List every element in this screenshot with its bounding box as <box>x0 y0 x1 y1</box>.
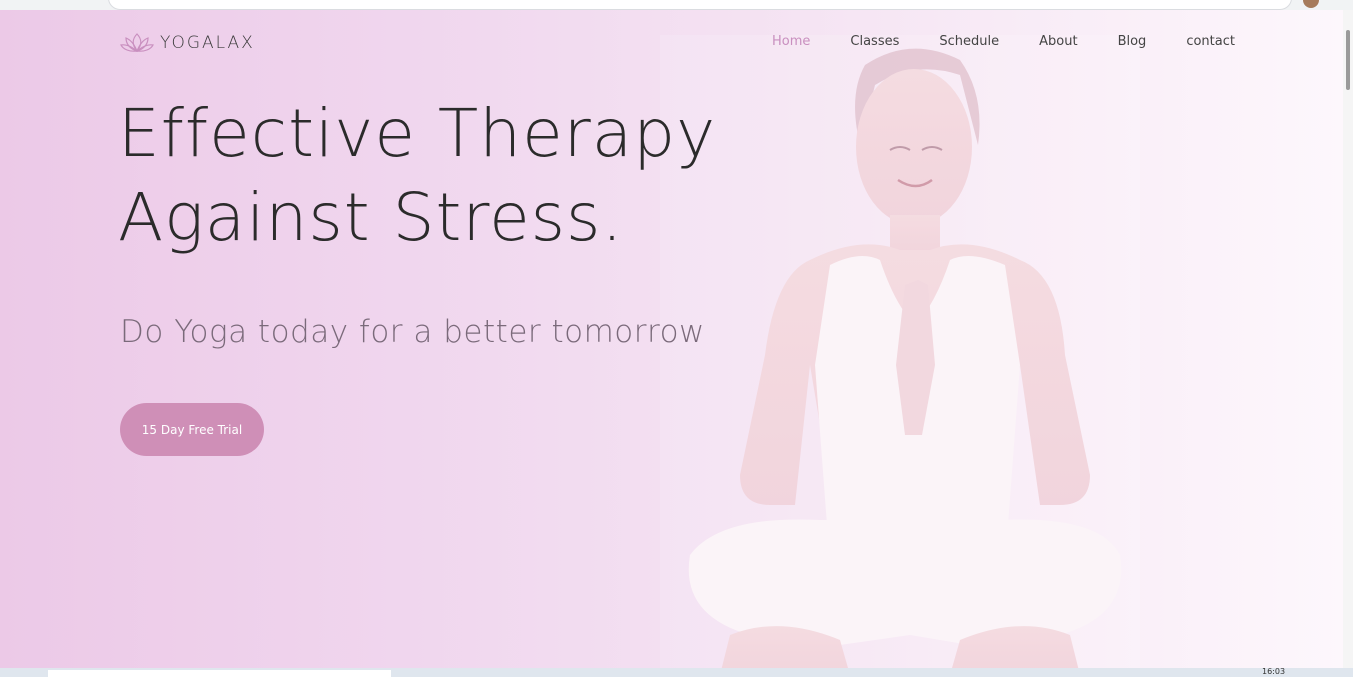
nav-home[interactable]: Home <box>772 34 810 49</box>
address-bar[interactable] <box>108 0 1292 10</box>
taskbar-clock: 16:03 <box>1262 667 1286 676</box>
nav-classes[interactable]: Classes <box>850 34 899 49</box>
browser-chrome <box>0 0 1353 10</box>
scrollbar-thumb[interactable] <box>1346 30 1350 90</box>
main-nav: Home Classes Schedule About Blog contact <box>772 34 1235 49</box>
yoga-woman-image <box>660 35 1140 668</box>
nav-blog[interactable]: Blog <box>1118 34 1147 49</box>
page-scrollbar[interactable] <box>1343 10 1353 668</box>
nav-schedule[interactable]: Schedule <box>939 34 999 49</box>
headline-line-1: Effective Therapy <box>118 95 717 172</box>
free-trial-button[interactable]: 15 Day Free Trial <box>120 403 264 456</box>
os-taskbar: 16:03 <box>0 667 1353 679</box>
brand-name: YOGALAX <box>160 33 255 53</box>
nav-contact[interactable]: contact <box>1186 34 1235 49</box>
brand-logo[interactable]: YOGALAX <box>120 30 255 56</box>
profile-avatar[interactable] <box>1303 0 1319 8</box>
hero-section: YOGALAX Home Classes Schedule About Blog… <box>0 10 1343 668</box>
lotus-icon <box>120 33 154 52</box>
headline-line-2: Against Stress. <box>118 179 624 256</box>
nav-about[interactable]: About <box>1039 34 1077 49</box>
hero-subheadline: Do Yoga today for a better tomorrow <box>120 314 705 350</box>
hero-headline: Effective Therapy Against Stress. <box>118 92 716 260</box>
taskbar-search[interactable] <box>48 670 391 679</box>
